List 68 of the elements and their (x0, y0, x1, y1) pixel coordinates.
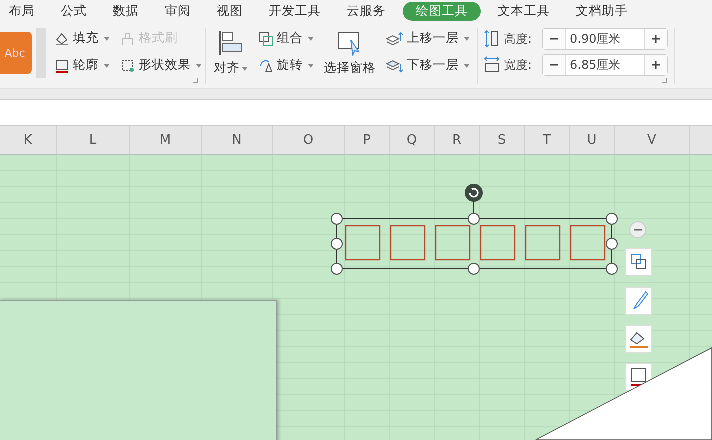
plus-icon (651, 60, 661, 70)
selection-pane-button[interactable]: 选择窗格 (322, 28, 378, 79)
selection-pane-icon (337, 30, 363, 56)
menu-tab[interactable]: 公式 (48, 2, 100, 20)
column-header[interactable]: O (273, 126, 345, 154)
layers-down-icon (386, 58, 404, 74)
column-header[interactable]: P (345, 126, 390, 154)
rotate-button[interactable]: 旋转 (256, 55, 316, 76)
menu-tab[interactable]: 布局 (0, 2, 48, 20)
decrease-button[interactable] (543, 55, 565, 75)
paint-bucket-icon (54, 30, 70, 46)
send-backward-button[interactable]: 下移一层 (384, 55, 472, 76)
menu-tab[interactable]: 云服务 (334, 2, 399, 20)
plus-icon (651, 34, 661, 44)
format-tool-button[interactable]: 形状效果 (118, 55, 204, 76)
dialog-launcher-icon[interactable] (193, 78, 199, 84)
increase-button[interactable] (645, 55, 667, 75)
caret-icon (464, 36, 470, 40)
menu-tab[interactable]: 文档助手 (563, 2, 641, 20)
column-header[interactable]: S (480, 126, 525, 154)
group-button[interactable]: 组合 (256, 28, 316, 49)
column-header[interactable]: Q (390, 126, 435, 154)
caret-icon (464, 64, 470, 68)
column-header[interactable]: R (435, 126, 480, 154)
bring-forward-button[interactable]: 上移一层 (384, 28, 472, 49)
height-icon (484, 30, 500, 48)
align-button[interactable]: 对齐 (212, 28, 250, 79)
menu-tab[interactable]: 文本工具 (485, 2, 563, 20)
size-label: 高度: (504, 30, 534, 48)
caret-icon (308, 36, 314, 40)
fill-button[interactable] (626, 326, 652, 354)
rotate-icon (258, 58, 274, 74)
column-header[interactable]: T (525, 126, 570, 154)
column-header[interactable]: L (57, 126, 130, 154)
selected-shape-group[interactable] (331, 200, 618, 275)
column-header[interactable]: N (202, 126, 273, 154)
column-header[interactable]: V (615, 126, 690, 154)
size-spin-field[interactable]: 0.90厘米 (542, 28, 668, 50)
rotate-handle-icon[interactable] (465, 184, 483, 202)
caret-icon (196, 64, 202, 68)
align-icon (217, 30, 245, 56)
group-icon (258, 30, 274, 46)
format-tool-button[interactable]: 填充 (52, 28, 118, 49)
collapse-icon[interactable] (630, 222, 646, 238)
decrease-button[interactable] (543, 29, 565, 49)
layout-options-button[interactable] (626, 248, 652, 276)
column-header[interactable]: U (570, 126, 615, 154)
format-brush-icon (120, 30, 136, 46)
size-spin-field[interactable]: 6.85厘米 (542, 54, 668, 76)
increase-button[interactable] (645, 29, 667, 49)
width-icon (484, 56, 500, 74)
menu-tab[interactable]: 审阅 (152, 2, 204, 20)
format-tool-button[interactable]: 轮廓 (52, 55, 118, 76)
shape-effect-icon (120, 58, 136, 74)
column-header[interactable]: M (130, 126, 202, 154)
layers-up-icon (386, 30, 404, 46)
brush-button[interactable] (626, 288, 652, 316)
menu-tab[interactable]: 视图 (204, 2, 256, 20)
dialog-launcher-icon[interactable] (662, 78, 668, 84)
caret-icon (104, 64, 110, 68)
caret-icon (242, 66, 248, 70)
menu-tab[interactable]: 开发工具 (256, 2, 334, 20)
menu-tab[interactable]: 数据 (100, 2, 152, 20)
caret-icon (308, 64, 314, 68)
outline-icon (54, 58, 70, 74)
column-header[interactable]: K (0, 126, 57, 154)
caret-icon (104, 36, 110, 40)
size-label: 宽度: (504, 56, 534, 74)
